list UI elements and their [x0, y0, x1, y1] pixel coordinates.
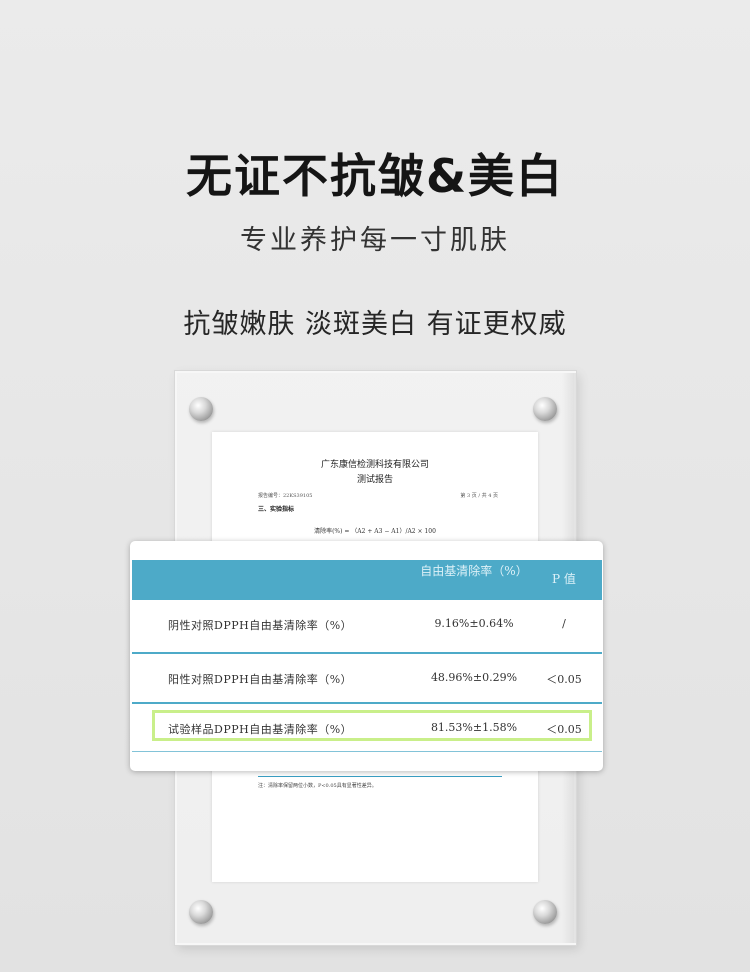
headline-subtitle: 专业养护每一寸肌肤: [240, 225, 510, 256]
report-divider: [258, 776, 502, 777]
row-label: 阴性对照DPPH自由基清除率（%）: [168, 619, 353, 632]
tagline: 抗皱嫩肤 淡斑美白 有证更权威: [183, 309, 567, 340]
report-formula: 清除率(%) = （A2 + A3 − A1）/A2 × 100: [314, 528, 436, 535]
row-value: 48.96%±0.29%: [430, 671, 518, 684]
table-row: 阴性对照DPPH自由基清除率（%） 9.16%±0.64% /: [132, 601, 602, 647]
screw-icon: [189, 900, 213, 924]
header-p-value: P 值: [552, 572, 576, 586]
row-divider: [132, 751, 602, 752]
report-section-heading: 三、实验指标: [258, 506, 295, 513]
header-scavenging-rate: 自由基清除率（%）: [420, 564, 528, 578]
row-label: 试验样品DPPH自由基清除率（%）: [168, 723, 353, 736]
screw-icon: [533, 900, 557, 924]
report-note: 注：清除率保留两位小数，P<0.05具有显著性差异。: [258, 783, 377, 789]
report-page-info: 第 3 页 / 共 4 页: [460, 493, 498, 499]
screw-icon: [533, 397, 557, 421]
row-value: 9.16%±0.64%: [434, 617, 514, 630]
row-divider: [132, 652, 602, 654]
row-label: 阳性对照DPPH自由基清除率（%）: [168, 673, 353, 686]
headline-title: 无证不抗皱&美白: [185, 149, 565, 203]
report-title: 测试报告: [356, 475, 393, 485]
table-header: 自由基清除率（%） P 值: [132, 560, 602, 600]
report-number: 报告编号：22KS39105: [258, 493, 313, 499]
table-row: 阳性对照DPPH自由基清除率（%） 48.96%±0.29% ＜0.05: [132, 655, 602, 701]
report-company: 广东康信检测科技有限公司: [320, 460, 429, 470]
table-row: 试验样品DPPH自由基清除率（%） 81.53%±1.58% ＜0.05: [132, 705, 602, 751]
results-table-card: 自由基清除率（%） P 值 阴性对照DPPH自由基清除率（%） 9.16%±0.…: [130, 541, 603, 771]
row-divider: [132, 702, 602, 704]
row-p-value: ＜0.05: [546, 723, 582, 736]
row-p-value: ＜0.05: [546, 673, 582, 686]
screw-icon: [189, 397, 213, 421]
row-value: 81.53%±1.58%: [430, 721, 518, 734]
row-p-value: /: [562, 617, 566, 630]
